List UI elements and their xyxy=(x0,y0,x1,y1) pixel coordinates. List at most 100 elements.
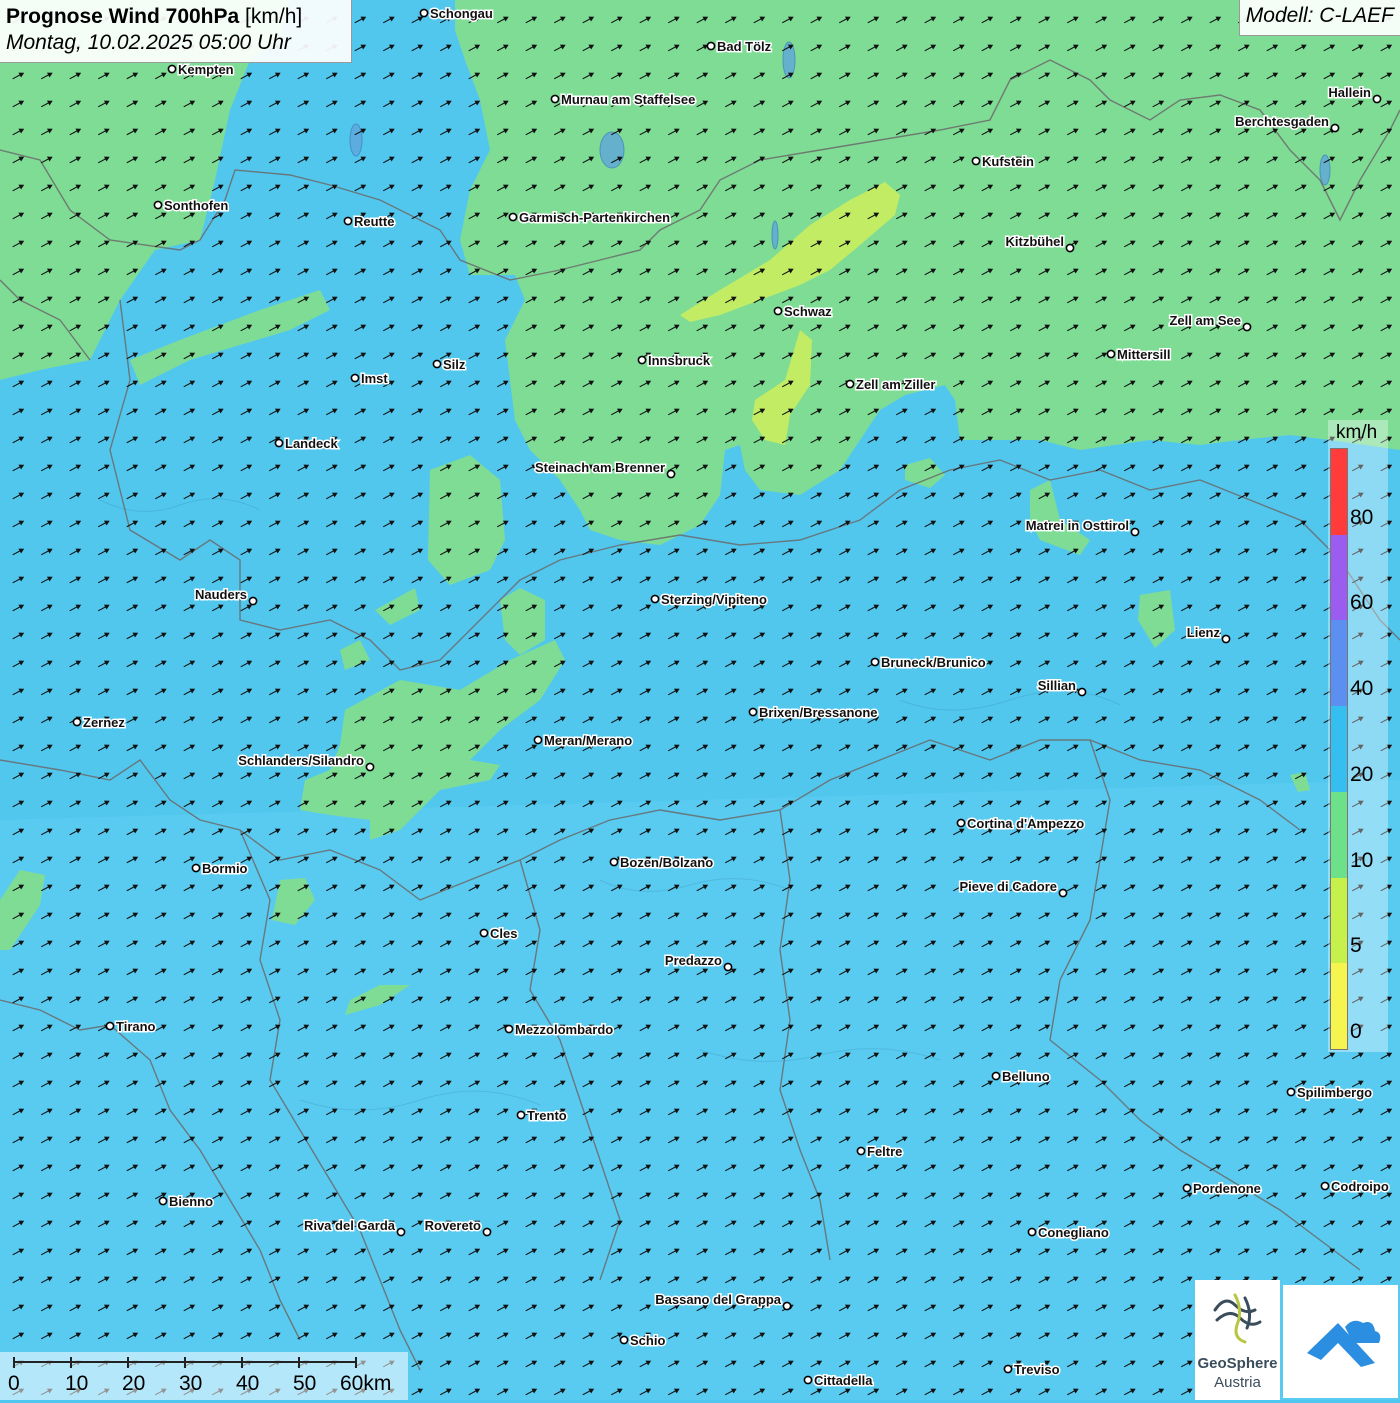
legend-label: 10 xyxy=(1350,849,1373,873)
city-marker: Cortina d'Ampezzo xyxy=(957,816,1084,831)
city-dot xyxy=(1331,124,1338,131)
city-label: Reutte xyxy=(354,214,394,229)
city-dot xyxy=(1373,95,1380,102)
city-marker: Conegliano xyxy=(1028,1225,1108,1240)
city-dot xyxy=(1028,1228,1035,1235)
city-label: Schwaz xyxy=(784,304,832,319)
legend-segment xyxy=(1331,792,1347,878)
city-marker: Rovereto xyxy=(425,1218,491,1236)
legend-color-bar xyxy=(1330,448,1348,1050)
city-label: Trento xyxy=(527,1108,567,1123)
scale-label: 10 xyxy=(65,1372,88,1396)
city-marker: Bad Tölz xyxy=(707,39,771,54)
city-marker: Sonthofen xyxy=(154,198,228,213)
legend-label: 0 xyxy=(1350,1020,1362,1044)
city-label: Predazzo xyxy=(665,953,722,968)
city-dot xyxy=(1183,1184,1190,1191)
logo-name: GeoSphere xyxy=(1195,1355,1280,1372)
city-dot xyxy=(249,597,256,604)
mountain-cloud-icon xyxy=(1283,1285,1398,1398)
city-marker: Schongau xyxy=(420,6,492,21)
city-label: Mezzolombardo xyxy=(515,1022,613,1037)
city-dot xyxy=(638,356,645,363)
city-dot xyxy=(534,736,541,743)
city-label: Cortina d'Ampezzo xyxy=(967,816,1084,831)
legend-unit: km/h xyxy=(1336,422,1377,444)
city-dot xyxy=(992,1072,999,1079)
city-marker: Predazzo xyxy=(665,953,732,971)
city-label: Cittadella xyxy=(814,1373,873,1388)
city-dot xyxy=(749,708,756,715)
city-dot xyxy=(397,1228,404,1235)
model-label: Modell: C-LAEF xyxy=(1239,0,1400,36)
city-label: Pieve di Cadore xyxy=(959,879,1057,894)
city-marker: Steinach am Brenner xyxy=(535,460,675,478)
city-marker: Zell am Ziller xyxy=(846,377,935,392)
city-dot xyxy=(857,1147,864,1154)
city-dot xyxy=(505,1025,512,1032)
city-label: Zernez xyxy=(83,715,125,730)
city-dot xyxy=(846,380,853,387)
city-dot xyxy=(168,65,175,72)
city-dot xyxy=(707,42,714,49)
geosphere-emblem-icon xyxy=(1195,1280,1280,1352)
city-marker: Kitzbühel xyxy=(1006,234,1074,252)
scale-label: 0 xyxy=(8,1372,20,1396)
city-label: Belluno xyxy=(1002,1069,1050,1084)
city-dot xyxy=(517,1111,524,1118)
city-label: Schongau xyxy=(430,6,493,21)
city-label: Matrei in Osttirol xyxy=(1026,518,1129,533)
scale-label: 20 xyxy=(122,1372,145,1396)
city-label: Bruneck/Brunico xyxy=(881,655,986,670)
city-dot xyxy=(483,1228,490,1235)
map-title: Prognose Wind 700hPa [km/h] xyxy=(6,4,345,30)
legend-segment xyxy=(1331,878,1347,964)
city-marker: Spilimbergo xyxy=(1287,1085,1372,1100)
legend-label: 80 xyxy=(1350,506,1373,530)
city-marker: Schwaz xyxy=(774,304,832,319)
city-marker: Bassano del Grappa xyxy=(655,1292,790,1310)
legend-segment xyxy=(1331,449,1347,535)
city-label: Bormio xyxy=(202,861,248,876)
city-label: Brixen/Bressanone xyxy=(759,705,878,720)
city-dot xyxy=(420,9,427,16)
city-marker: Garmisch-Partenkirchen xyxy=(509,210,670,225)
city-label: Zell am Ziller xyxy=(856,377,935,392)
city-dot xyxy=(620,1336,627,1343)
forecast-date: Montag, 10.02.2025 05:00 Uhr xyxy=(6,30,345,56)
city-dot xyxy=(610,858,617,865)
legend-segment xyxy=(1331,706,1347,792)
city-marker: Brixen/Bressanone xyxy=(749,705,877,720)
city-dot xyxy=(783,1302,790,1309)
scale-label: 30 xyxy=(179,1372,202,1396)
city-marker: Riva del Garda xyxy=(304,1218,405,1236)
city-dot xyxy=(509,213,516,220)
logo-sub: Austria xyxy=(1195,1374,1280,1391)
city-label: Tirano xyxy=(116,1019,156,1034)
city-label: Murnau am Staffelsee xyxy=(561,92,695,107)
city-dot xyxy=(871,658,878,665)
city-dot xyxy=(804,1376,811,1383)
city-marker: Mittersill xyxy=(1107,347,1170,362)
city-label: Zell am See xyxy=(1169,313,1241,328)
city-label: Sterzing/Vipiteno xyxy=(661,592,767,607)
legend-segment xyxy=(1331,620,1347,706)
city-label: Schio xyxy=(630,1333,665,1348)
city-marker: Cittadella xyxy=(804,1373,873,1388)
scale-label: 60km xyxy=(340,1372,391,1396)
city-marker: Pordenone xyxy=(1183,1181,1261,1196)
city-dot xyxy=(667,470,674,477)
city-label: Conegliano xyxy=(1038,1225,1109,1240)
city-dot xyxy=(73,718,80,725)
scale-bar: 0102030405060km xyxy=(0,1352,408,1400)
city-label: Treviso xyxy=(1014,1362,1060,1377)
city-dot xyxy=(106,1022,113,1029)
legend-label: 5 xyxy=(1350,934,1362,958)
city-label: Bozen/Bolzano xyxy=(620,855,713,870)
title-box: Prognose Wind 700hPa [km/h] Montag, 10.0… xyxy=(0,0,352,63)
app-logo xyxy=(1283,1285,1398,1398)
city-dot xyxy=(1059,889,1066,896)
city-label: Pordenone xyxy=(1193,1181,1261,1196)
city-dot xyxy=(192,864,199,871)
city-dot xyxy=(159,1197,166,1204)
